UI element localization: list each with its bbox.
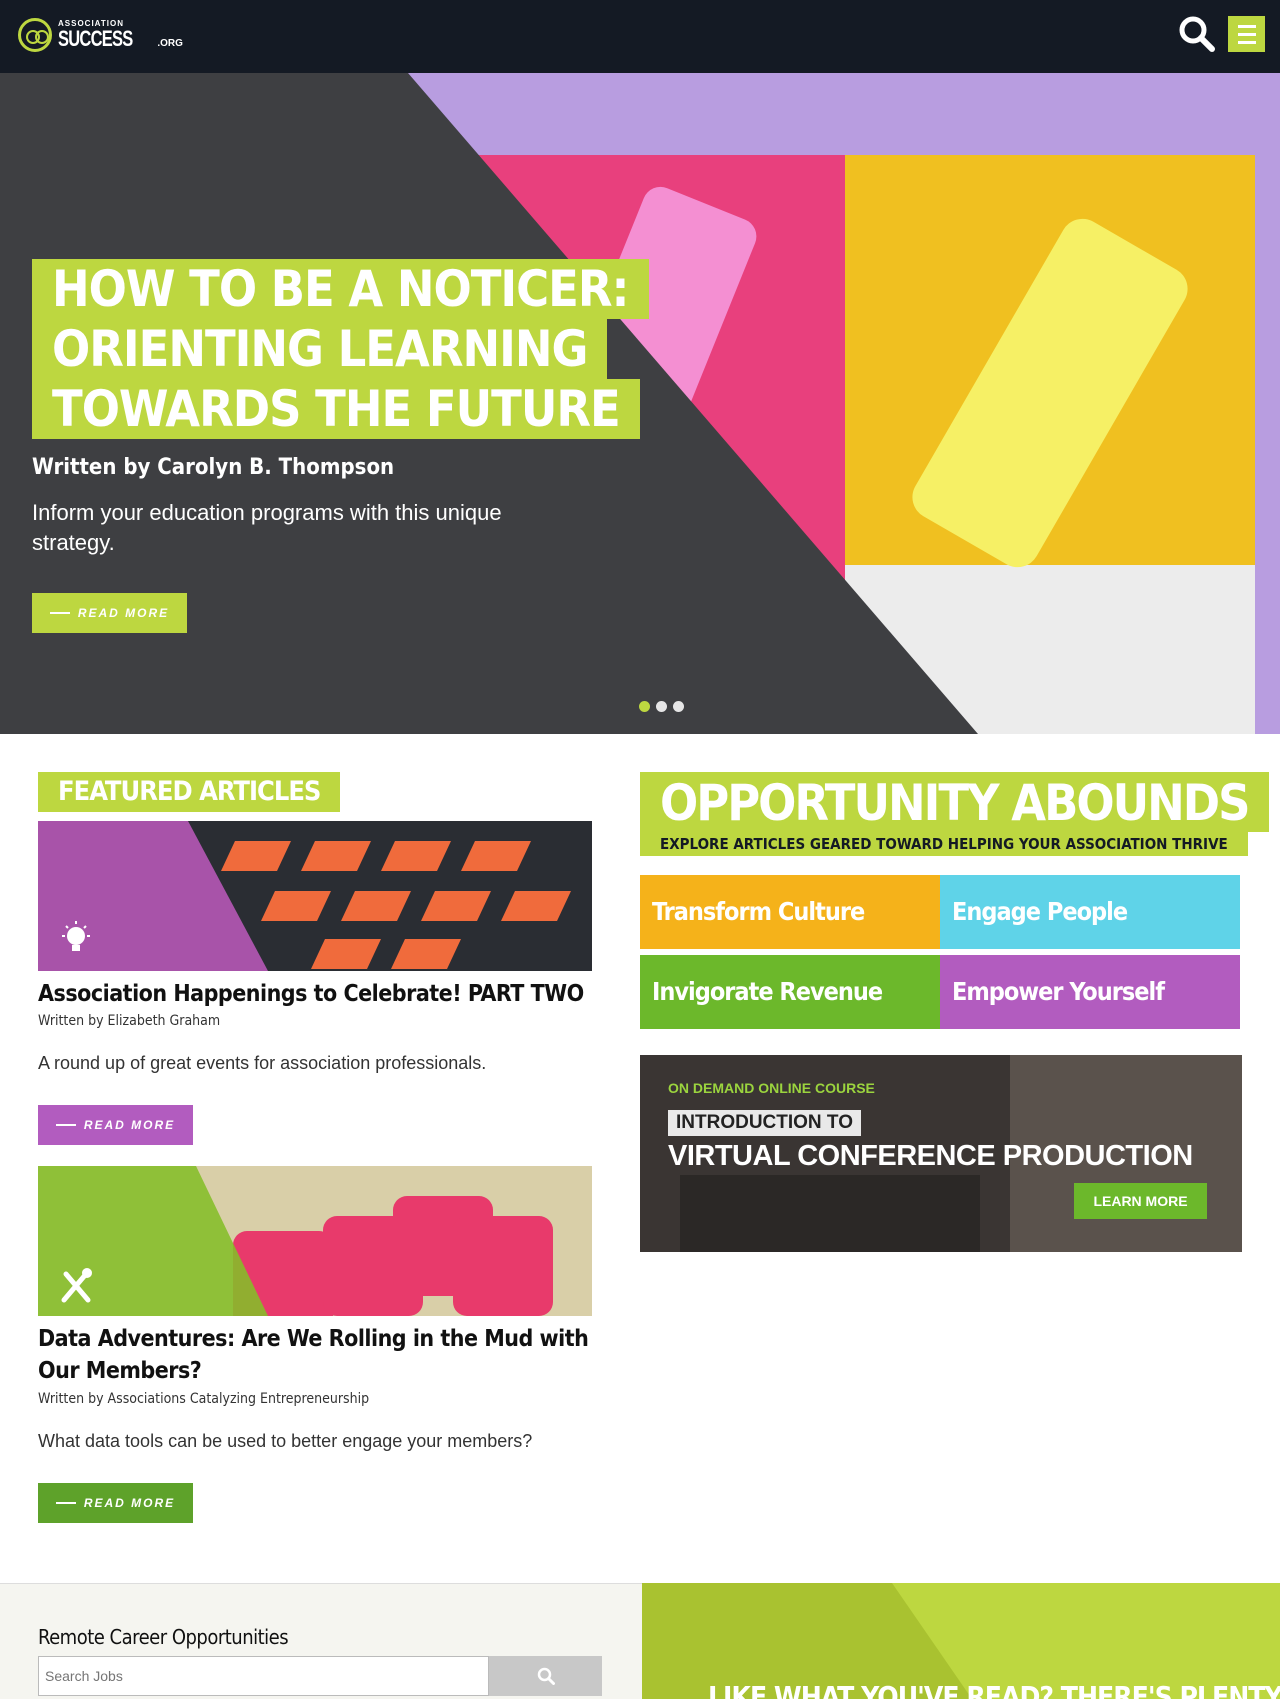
ad-kicker: ON DEMAND ONLINE COURSE bbox=[668, 1080, 875, 1096]
hamburger-icon bbox=[1237, 24, 1256, 28]
article-2-image[interactable] bbox=[38, 1166, 592, 1316]
hero-read-more-label: READ MORE bbox=[77, 606, 170, 620]
article-1-image[interactable] bbox=[38, 821, 592, 971]
article-1-description: A round up of great events for associati… bbox=[38, 1053, 487, 1073]
tile-empower-yourself[interactable]: Empower Yourself bbox=[940, 955, 1240, 1029]
article-1-title[interactable]: Association Happenings to Celebrate! PAR… bbox=[38, 978, 598, 1010]
article-2-read-more-label: READ MORE bbox=[83, 1496, 176, 1510]
hero-title-line-1[interactable]: HOW TO BE A NOTICER: bbox=[32, 259, 649, 319]
article-1-author: Written by Elizabeth Graham bbox=[38, 1013, 221, 1029]
search-icon bbox=[1179, 16, 1215, 52]
search-jobs-input[interactable] bbox=[38, 1656, 489, 1696]
learn-more-button[interactable]: LEARN MORE bbox=[1074, 1183, 1207, 1219]
carousel-dot-3[interactable] bbox=[673, 701, 684, 712]
featured-articles-heading: FEATURED ARTICLES bbox=[38, 772, 341, 812]
article-2-description: What data tools can be used to better en… bbox=[38, 1431, 533, 1451]
logo-big-text: SUCCESS bbox=[58, 26, 133, 51]
hero-author: Written by Carolyn B. Thompson bbox=[32, 455, 395, 480]
article-1-read-more-button[interactable]: READ MORE bbox=[38, 1105, 193, 1145]
tile-engage-people[interactable]: Engage People bbox=[940, 875, 1240, 949]
carousel-dot-2[interactable] bbox=[656, 701, 667, 712]
top-navigation-bar: ASSOCIATION SUCCESS .ORG bbox=[0, 0, 1280, 73]
promo-text: LIKE WHAT YOU'VE READ? THERE'S PLENTY bbox=[708, 1680, 1280, 1699]
tile-transform-culture[interactable]: Transform Culture bbox=[640, 875, 940, 949]
article-2-title[interactable]: Data Adventures: Are We Rolling in the M… bbox=[38, 1323, 598, 1387]
ad-intro: INTRODUCTION TO bbox=[668, 1110, 861, 1136]
opportunity-subheading: EXPLORE ARTICLES GEARED TOWARD HELPING Y… bbox=[640, 832, 1248, 856]
article-2-author: Written by Associations Catalyzing Entre… bbox=[38, 1391, 370, 1407]
dash-icon bbox=[55, 1124, 76, 1126]
careers-title: Remote Career Opportunities bbox=[38, 1625, 289, 1649]
hero-read-more-button[interactable]: READ MORE bbox=[32, 593, 187, 633]
carousel-dots bbox=[639, 701, 684, 712]
tile-invigorate-revenue[interactable]: Invigorate Revenue bbox=[640, 955, 940, 1029]
ad-title: VIRTUAL CONFERENCE PRODUCTION bbox=[668, 1140, 1193, 1172]
article-1-read-more-label: READ MORE bbox=[83, 1118, 176, 1132]
search-icon bbox=[537, 1667, 555, 1685]
logo-mark-icon bbox=[18, 18, 52, 52]
carousel-dot-1[interactable] bbox=[639, 701, 650, 712]
opportunity-heading: OPPORTUNITY ABOUNDS bbox=[640, 772, 1269, 832]
course-ad-banner[interactable]: ON DEMAND ONLINE COURSE INTRODUCTION TO … bbox=[640, 1055, 1242, 1252]
logo-org-text: .ORG bbox=[157, 38, 183, 49]
search-button[interactable] bbox=[1178, 15, 1216, 53]
hero-title-line-2[interactable]: ORIENTING LEARNING bbox=[32, 319, 608, 379]
hero-title-line-3[interactable]: TOWARDS THE FUTURE bbox=[32, 379, 640, 439]
tools-icon bbox=[61, 1268, 92, 1303]
menu-button[interactable] bbox=[1228, 16, 1265, 52]
dash-icon bbox=[55, 1502, 76, 1504]
hero-carousel: HOW TO BE A NOTICER: ORIENTING LEARNING … bbox=[0, 73, 1280, 734]
dash-icon bbox=[49, 612, 70, 614]
search-jobs-button[interactable] bbox=[489, 1656, 602, 1696]
lightbulb-icon bbox=[62, 921, 90, 951]
article-2-read-more-button[interactable]: READ MORE bbox=[38, 1483, 193, 1523]
site-logo[interactable]: ASSOCIATION SUCCESS .ORG bbox=[18, 18, 183, 52]
hero-description: Inform your education programs with this… bbox=[32, 500, 502, 555]
